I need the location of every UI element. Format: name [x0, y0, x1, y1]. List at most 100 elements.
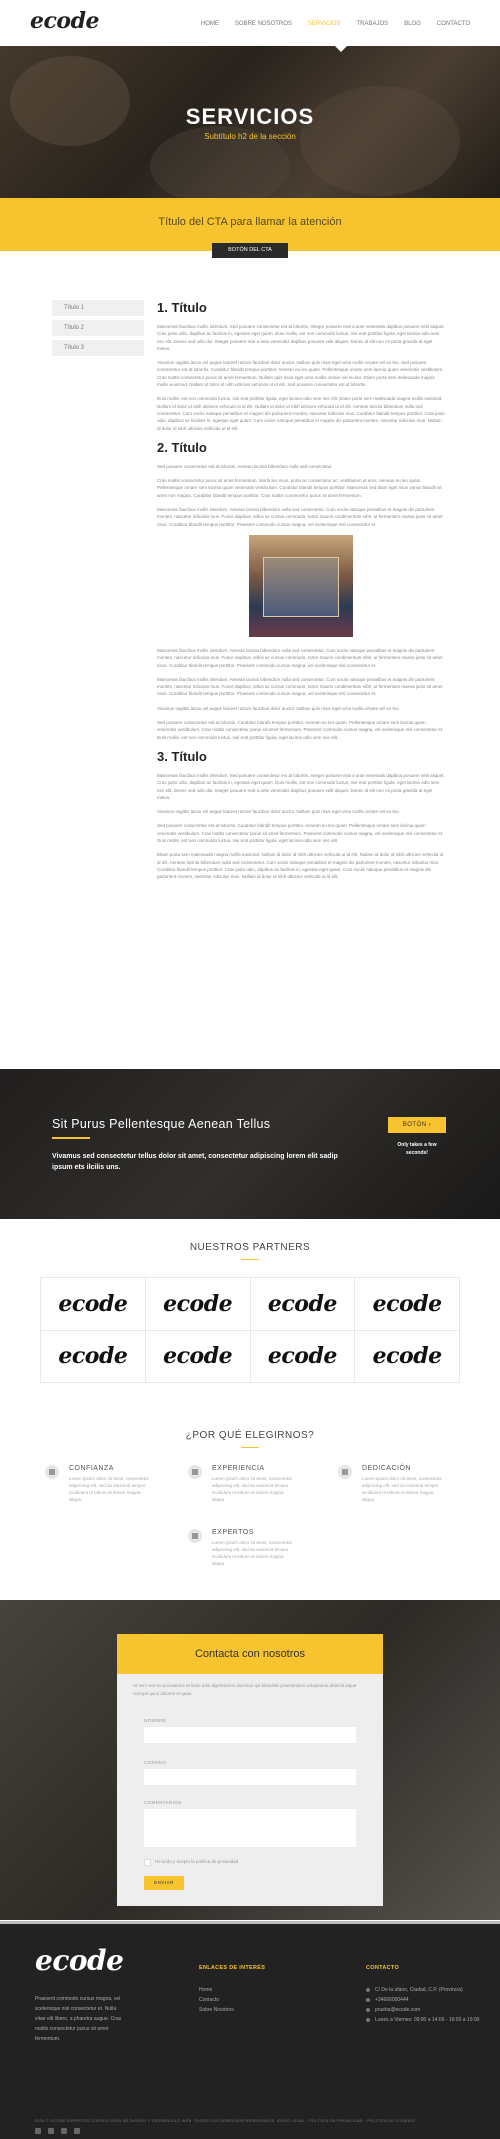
chevron-right-icon: ›: [428, 1122, 432, 1128]
paragraph: Vivamus sagittis lacus vel augue laoreet…: [157, 360, 444, 388]
partner-logo[interactable]: ecode: [250, 1278, 356, 1331]
promo-band: Sit Purus Pellentesque Aenean Tellus Viv…: [0, 1069, 500, 1219]
sidebar-item-titulo-2[interactable]: Título 2: [52, 320, 144, 336]
email[interactable]: prueba@ecode.com: [366, 2005, 479, 2015]
email-field[interactable]: [144, 1769, 356, 1785]
partners-divider: [241, 1259, 259, 1260]
paragraph: Maecenas faucibus mollis interdum. Aenea…: [157, 507, 443, 527]
site-header: ecode HOME SOBRE NOSOTROS SERVICIOS TRAB…: [0, 0, 500, 46]
paragraph: Sed posuere consectetur est at lobortis.…: [157, 720, 444, 740]
sidebar-item-titulo-1[interactable]: Título 1: [52, 300, 144, 316]
footer-link-sobre-nosotros[interactable]: Sobre Nosotros: [199, 2005, 234, 2015]
paragraph: Duis mollis, est non commodo luctus, nis…: [157, 396, 445, 431]
footer-logo[interactable]: ecode: [35, 1944, 124, 1977]
footer-link-contacto[interactable]: Contacto: [199, 1995, 234, 2005]
promo-note: Only takes a few seconds!: [397, 1142, 437, 1156]
partner-logo[interactable]: ecode: [41, 1330, 146, 1383]
main-content: 1. Título Maecenas faucibus mollis inter…: [157, 300, 445, 887]
footer-description: Praesent commodo cursus magna, vel scele…: [35, 1996, 122, 2042]
paragraph: Maecenas faucibus mollis interdum. Aenea…: [157, 647, 443, 668]
paragraph: Cras mattis consectetur purus sit amet f…: [157, 478, 442, 498]
nav-servicios[interactable]: SERVICIOS: [308, 21, 341, 27]
partners-grid: ecode ecode ecode ecode ecode ecode ecod…: [40, 1277, 460, 1383]
promo-button-label: BOTÓN: [402, 1122, 427, 1128]
sidebar-item-titulo-3[interactable]: Título 3: [52, 340, 144, 356]
logo[interactable]: ecode: [30, 8, 99, 34]
building-image: [249, 534, 353, 637]
footer-contact-info: C/ De la ufano, Ciudad, C.P. (Provincia)…: [366, 1985, 479, 2025]
building-icon: [45, 1465, 59, 1479]
promo-button[interactable]: BOTÓN ›: [388, 1117, 446, 1133]
partner-logo[interactable]: ecode: [145, 1278, 251, 1331]
cta-bar: Título del CTA para llamar la atención B…: [0, 198, 500, 258]
paragraph: Sed posuere consectetur est at lobortis.…: [157, 463, 333, 469]
paragraph: Maecenas faucibus mollis interdum. Aenea…: [157, 676, 443, 697]
facebook-icon[interactable]: [48, 2128, 54, 2134]
page-subtitle: Subtítulo h2 de la sección: [204, 132, 296, 141]
social-icons: [35, 2128, 80, 2134]
promo-title: Sit Purus Pellentesque Aenean Tellus: [52, 1117, 271, 1131]
page-title: SERVICIOS: [185, 104, 315, 129]
paragraph: Vivamus sagittis lacus vel augue laoreet…: [157, 809, 400, 815]
feature-title: CONFIANZA: [69, 1465, 114, 1472]
nav-blog[interactable]: BLOG: [404, 21, 421, 27]
building-icon: [188, 1465, 202, 1479]
section-heading-3: 3. Título: [157, 748, 207, 764]
partner-logo[interactable]: ecode: [145, 1330, 251, 1383]
paragraph: Etiam porta sem malesuada magna mollis e…: [157, 852, 444, 880]
contact-intro: At vero eos et accusamus et iusto odio d…: [133, 1683, 357, 1696]
hero-banner: SERVICIOS Subtítulo h2 de la sección: [0, 46, 500, 198]
partner-logo[interactable]: ecode: [355, 1278, 460, 1331]
site-footer: ecode Praesent commodo cursus magna, vel…: [0, 1924, 500, 2139]
contact-title: Contacta con nosotros: [117, 1634, 383, 1674]
nav-home[interactable]: HOME: [201, 21, 219, 27]
instagram-icon[interactable]: [74, 2128, 80, 2134]
footer-link-home[interactable]: Home: [199, 1985, 234, 1995]
comments-label: COMENTARIOS: [144, 1800, 182, 1805]
feature-title: DEDICACIÓN: [362, 1465, 411, 1472]
email-label: CORREO: [144, 1760, 167, 1765]
nav-sobre-nosotros[interactable]: SOBRE NOSOTROS: [235, 21, 292, 27]
twitter-icon[interactable]: [35, 2128, 41, 2134]
footer-links-title: ENLACES DE INTERÉS: [199, 1965, 266, 1971]
paragraph: Vivamus sagittis lacus vel augue laoreet…: [157, 705, 400, 711]
nav-contacto[interactable]: CONTACTO: [437, 21, 470, 27]
partners-title: NUESTROS PARTNERS: [189, 1242, 311, 1253]
paragraph: Maecenas faucibus mollis interdum. Sed p…: [157, 324, 445, 351]
why-divider: [241, 1447, 259, 1448]
hours: Lunes a Viernes: 09:00 a 14:00 - 16:00 a…: [366, 2015, 479, 2025]
phone[interactable]: +34666000444: [366, 1995, 479, 2005]
feature-text: Lorem ipsum dolor sit amet, consectetur …: [212, 1540, 293, 1566]
sidebar: Título 1 Título 2 Título 3: [52, 300, 144, 360]
footer-copyright: 2016 © ECODE EXPERTOS CONSULTORÍA DE DIS…: [35, 2119, 415, 2123]
promo-text: Vivamus sed consectetur tellus dolor sit…: [52, 1153, 338, 1171]
partner-logo[interactable]: ecode: [41, 1278, 146, 1331]
feature-text: Lorem ipsum dolor sit amet, consectetur …: [362, 1476, 443, 1502]
footer-links: Home Contacto Sobre Nosotros: [199, 1985, 234, 2015]
section-heading-2: 2. Título: [157, 439, 207, 455]
paragraph: Sed posuere consectetur est at lobortis.…: [157, 823, 444, 843]
privacy-label: He leído y acepto la política de privaci…: [155, 1859, 239, 1864]
cta-button[interactable]: BOTÓN DEL CTA: [212, 243, 288, 258]
section-heading-1: 1. Título: [157, 300, 207, 315]
building-icon: [188, 1529, 202, 1543]
send-button[interactable]: ENVIAR: [144, 1876, 184, 1890]
partner-logo[interactable]: ecode: [250, 1330, 356, 1383]
feature-title: EXPERIENCIA: [212, 1465, 265, 1472]
why-title: ¿POR QUÉ ELEGIRNOS?: [185, 1430, 315, 1441]
address: C/ De la ufano, Ciudad, C.P. (Provincia): [366, 1985, 479, 1995]
name-label: NOMBRE: [144, 1718, 167, 1723]
partner-logo[interactable]: ecode: [355, 1330, 460, 1383]
main-nav: HOME SOBRE NOSOTROS SERVICIOS TRABAJOS B…: [201, 21, 470, 27]
feature-text: Lorem ipsum dolor sit amet, consectetur …: [69, 1476, 150, 1502]
promo-divider: [52, 1137, 90, 1139]
linkedin-icon[interactable]: [61, 2128, 67, 2134]
nav-trabajos[interactable]: TRABAJOS: [357, 21, 389, 27]
cta-title: Título del CTA para llamar la atención: [158, 216, 342, 228]
comments-field[interactable]: [144, 1809, 356, 1847]
nav-active-indicator: [335, 46, 347, 52]
feature-text: Lorem ipsum dolor sit amet, consectetur …: [212, 1476, 293, 1502]
feature-title: EXPERTOS: [212, 1529, 254, 1536]
privacy-checkbox[interactable]: [144, 1859, 151, 1866]
name-field[interactable]: [144, 1727, 356, 1743]
